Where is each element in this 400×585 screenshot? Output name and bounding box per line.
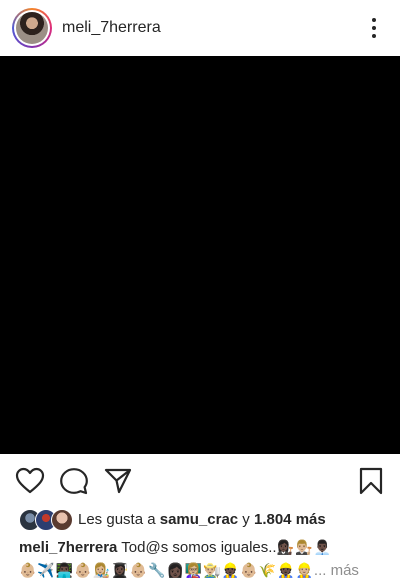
- heart-icon[interactable]: [15, 466, 45, 496]
- likes-summary[interactable]: Les gusta a samu_crac y 1.804 más: [78, 511, 326, 529]
- liker-avatar: [51, 509, 73, 531]
- avatar-border: [14, 10, 50, 46]
- caption-emojis-continued: 👶🏼✈️👨🏿‍💻👶🏼👩🏼‍🎨👩🏿‍🎓👶🏼🔧👩🏿👩🏼‍🏫👨🏼‍🌾👷🏿👶🏼🌾👷🏿👷🏼: [19, 562, 314, 578]
- caption-username[interactable]: meli_7herrera: [19, 539, 117, 556]
- comment-icon[interactable]: [59, 466, 89, 496]
- caption-emojis: 👩🏿‍⚖️👨🏼‍⚖️👨🏿‍💼: [276, 539, 332, 555]
- post-header: meli_7herrera: [0, 0, 400, 56]
- likers-avatars[interactable]: [19, 509, 75, 531]
- more-dot: [372, 18, 376, 22]
- avatar-photo: [16, 12, 48, 44]
- likes-row: Les gusta a samu_crac y 1.804 más: [0, 507, 400, 533]
- more-dot: [372, 34, 376, 38]
- likes-count[interactable]: 1.804 más: [254, 511, 326, 528]
- caption-more-link[interactable]: ... más: [314, 562, 359, 579]
- post-username[interactable]: meli_7herrera: [62, 18, 161, 38]
- post-caption: meli_7herrera Tod@s somos iguales..👩🏿‍⚖️…: [19, 536, 389, 582]
- caption-line-1: meli_7herrera Tod@s somos iguales..👩🏿‍⚖️…: [19, 536, 389, 559]
- more-dot: [372, 26, 376, 30]
- likes-connector: y: [238, 511, 254, 528]
- bookmark-icon[interactable]: [356, 466, 386, 496]
- paper-plane-icon[interactable]: [103, 466, 133, 496]
- liker-username[interactable]: samu_crac: [160, 511, 238, 528]
- caption-text: Tod@s somos iguales..: [117, 539, 277, 556]
- likes-prefix: Les gusta a: [78, 511, 160, 528]
- post-media[interactable]: [0, 56, 400, 454]
- more-options-icon[interactable]: [360, 14, 388, 42]
- caption-line-2: 👶🏼✈️👨🏿‍💻👶🏼👩🏼‍🎨👩🏿‍🎓👶🏼🔧👩🏿👩🏼‍🏫👨🏼‍🌾👷🏿👶🏼🌾👷🏿👷🏼…: [19, 559, 389, 582]
- post-actions: [0, 455, 400, 507]
- profile-avatar[interactable]: [12, 8, 52, 48]
